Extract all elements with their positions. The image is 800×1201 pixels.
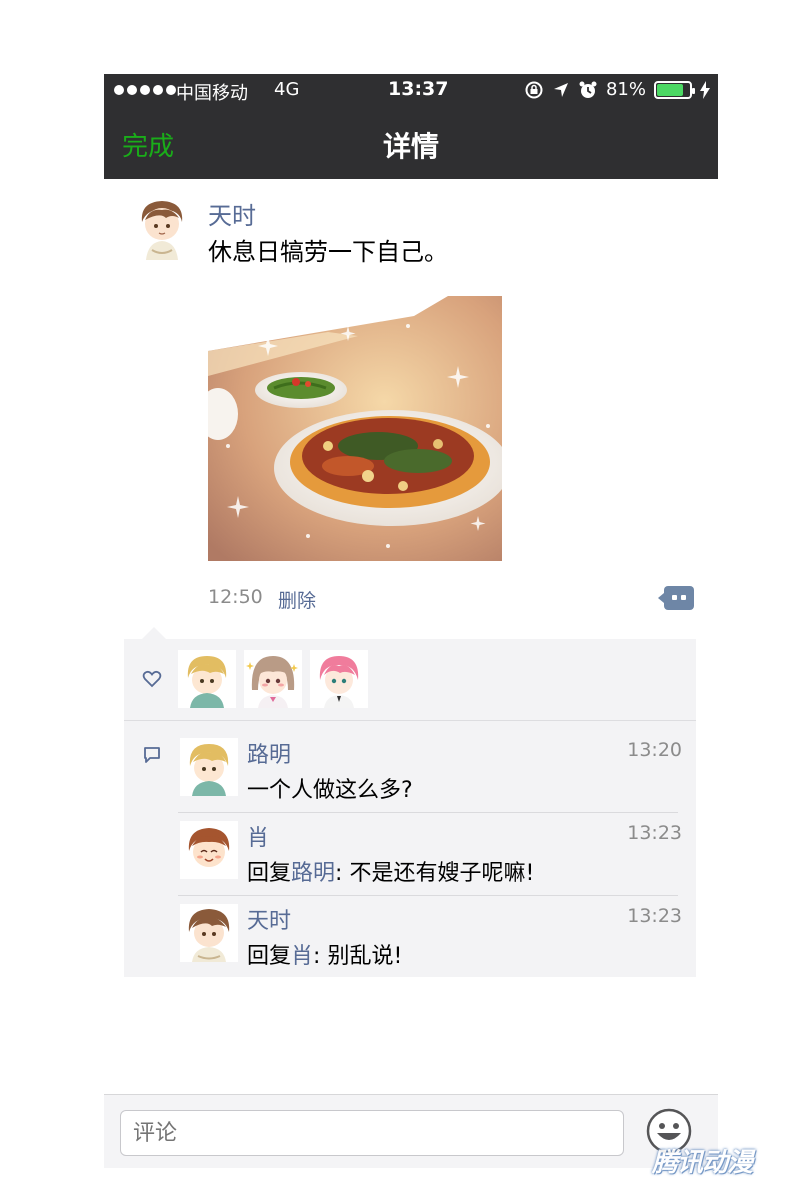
network-label: 4G	[274, 79, 300, 100]
comment-text: 回复肖: 别乱说!	[247, 944, 403, 969]
comment-input[interactable]	[120, 1110, 624, 1156]
status-time: 13:37	[388, 78, 449, 100]
comment-input-bar	[104, 1094, 718, 1168]
comment-divider	[178, 895, 678, 896]
commenter-avatar[interactable]	[180, 821, 238, 879]
status-bar: 中国移动 4G 13:37 81%	[104, 74, 718, 106]
post-text: 休息日犒劳一下自己。	[208, 238, 448, 266]
signal-icon	[114, 80, 176, 100]
battery-percent: 81%	[605, 79, 646, 100]
rotation-lock-icon	[525, 81, 543, 98]
delete-button[interactable]: 删除	[278, 586, 316, 613]
comment-time: 13:23	[627, 905, 682, 927]
commenter-avatar[interactable]	[180, 738, 238, 796]
post-time: 12:50	[208, 586, 263, 608]
like-avatar[interactable]	[310, 650, 368, 708]
interaction-arrow	[142, 627, 166, 639]
commenter-name[interactable]: 路明	[247, 737, 291, 769]
phone-screen: 中国移动 4G 13:37 81% 完成 详情 天时 休息日犒劳一下自己。 12…	[104, 74, 718, 1168]
carrier-label: 中国移动	[176, 83, 248, 104]
comment-time: 13:20	[627, 739, 682, 761]
comment-item[interactable]: 肖 13:23 回复路明: 不是还有嫂子呢嘛!	[178, 812, 682, 895]
location-icon	[553, 82, 568, 97]
like-avatar[interactable]	[244, 650, 302, 708]
comment-divider	[178, 812, 678, 813]
heart-icon	[142, 670, 162, 688]
commenter-name[interactable]: 天时	[247, 903, 291, 935]
comment-item[interactable]: 路明 13:20 一个人做这么多?	[178, 729, 682, 812]
author-avatar[interactable]	[136, 196, 188, 260]
post-photo[interactable]	[208, 296, 502, 561]
alarm-icon	[579, 81, 597, 98]
like-avatar[interactable]	[178, 650, 236, 708]
commenter-avatar[interactable]	[180, 904, 238, 962]
comment-text: 回复路明: 不是还有嫂子呢嘛!	[247, 861, 535, 886]
interaction-panel: 路明 13:20 一个人做这么多? 肖 13:23 回复路明: 不是还有嫂子呢嘛…	[124, 639, 696, 977]
battery-icon	[654, 80, 695, 99]
author-name[interactable]: 天时	[208, 196, 256, 231]
watermark-logo: 腾讯动漫	[652, 1148, 753, 1178]
status-right: 81%	[524, 79, 710, 100]
comment-item[interactable]: 天时 13:23 回复肖: 别乱说!	[178, 895, 682, 978]
charging-icon	[700, 80, 710, 99]
comment-action-icon[interactable]	[658, 586, 694, 610]
likes-row	[124, 639, 696, 721]
commenter-name[interactable]: 肖	[247, 820, 269, 852]
nav-bar: 完成 详情	[104, 106, 718, 179]
comment-text: 一个人做这么多?	[247, 778, 413, 803]
comment-time: 13:23	[627, 822, 682, 844]
page-title: 详情	[382, 130, 439, 163]
comment-bubble-icon	[144, 747, 160, 763]
